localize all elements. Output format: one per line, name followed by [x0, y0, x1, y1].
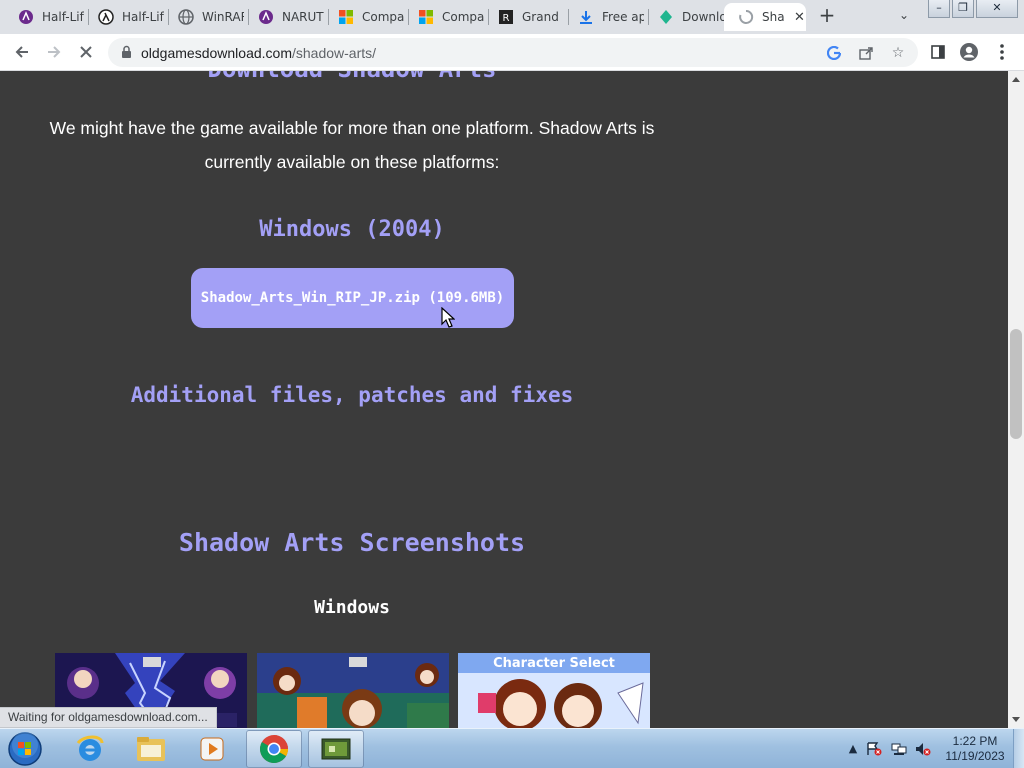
tab-2[interactable]: Half-Life	[84, 3, 164, 31]
microsoft-icon	[338, 9, 354, 25]
taskbar-media-player[interactable]	[184, 730, 240, 768]
tab-strip: Half-Life Half-Life WinRAR NARUTO Compar…	[0, 0, 1024, 34]
profile-button[interactable]	[957, 40, 981, 64]
taskbar-chrome[interactable]	[246, 730, 302, 768]
close-tab-icon[interactable]: ✕	[794, 10, 805, 25]
thumbnail-caption: Character Select	[493, 656, 615, 671]
tab-8[interactable]: Free ap	[564, 3, 644, 31]
show-hidden-icons-icon[interactable]: ▲	[845, 742, 861, 756]
tab-1[interactable]: Half-Life	[4, 3, 84, 31]
stop-loading-button[interactable]	[74, 40, 98, 64]
taskbar-internet-explorer[interactable]	[62, 730, 118, 768]
game-window-icon	[321, 738, 351, 760]
clock-date: 11/19/2023	[945, 749, 1005, 763]
internet-explorer-icon	[76, 735, 104, 761]
tab-title: Compare	[362, 10, 404, 24]
purple-globe-icon	[18, 9, 34, 25]
tab-title: Half-Life	[122, 10, 164, 24]
media-player-icon	[200, 737, 224, 761]
lock-icon	[122, 45, 131, 58]
platform-heading: Windows (2004)	[259, 217, 445, 242]
download-section-title: Download Shadow Arts	[0, 71, 704, 83]
tab-title: Sha	[762, 10, 784, 24]
bookmark-star-icon[interactable]: ☆	[888, 43, 908, 63]
screenshots-heading: Shadow Arts Screenshots	[178, 528, 526, 557]
windows-start-orb-icon	[8, 732, 42, 766]
chrome-icon	[260, 735, 289, 763]
start-button[interactable]	[6, 731, 44, 767]
volume-muted-icon[interactable]	[915, 742, 931, 756]
kebab-menu-icon	[1000, 44, 1004, 60]
taskbar-file-explorer[interactable]	[123, 730, 179, 768]
rockstar-icon: R	[498, 9, 514, 25]
additional-files-heading: Additional files, patches and fixes	[130, 383, 574, 407]
google-icon[interactable]	[824, 43, 844, 63]
lambda-icon	[98, 9, 114, 25]
url-path: /shadow-arts/	[291, 45, 377, 61]
forward-button[interactable]	[42, 40, 66, 64]
scroll-up-icon[interactable]	[1012, 77, 1020, 82]
side-panel-icon	[931, 45, 945, 59]
tab-title: WinRAR	[202, 10, 244, 24]
show-desktop-button[interactable]	[1013, 729, 1024, 768]
url-text: oldgamesdownload.com/shadow-arts/	[141, 45, 376, 61]
close-icon	[80, 46, 92, 58]
status-bubble: Waiting for oldgamesdownload.com...	[0, 707, 217, 728]
avatar-icon	[960, 43, 978, 61]
windows-taskbar: ▲ 1:22 PM 11/19/2023	[0, 728, 1024, 768]
download-button-label: Shadow_Arts_Win_RIP_JP.zip (109.6MB)	[200, 290, 505, 306]
green-leaf-icon	[658, 9, 674, 25]
clock-time: 1:22 PM	[952, 734, 998, 748]
browser-toolbar: oldgamesdownload.com/shadow-arts/ ☆	[0, 34, 1024, 71]
side-panel-button[interactable]	[926, 40, 950, 64]
menu-button[interactable]	[990, 40, 1014, 64]
page-viewport: Download Shadow Arts We might have the g…	[0, 71, 1008, 728]
tab-title: Compare	[442, 10, 484, 24]
tab-title: Free ap	[602, 10, 644, 24]
tab-5[interactable]: Compare	[324, 3, 404, 31]
tab-title: NARUTO	[282, 10, 324, 24]
scroll-down-icon[interactable]	[1012, 717, 1020, 722]
action-center-flag-icon[interactable]	[866, 742, 882, 756]
tab-6[interactable]: Compare	[404, 3, 484, 31]
page-scrollbar[interactable]	[1008, 71, 1024, 728]
svg-text:R: R	[503, 13, 510, 24]
loading-spinner-icon	[738, 9, 754, 25]
tab-search-chevron-icon[interactable]: ⌄	[894, 8, 914, 26]
tab-active[interactable]: Sha ✕	[724, 3, 806, 31]
taskbar-game-app[interactable]	[308, 730, 364, 768]
microsoft-icon	[418, 9, 434, 25]
url-host: oldgamesdownload.com	[141, 45, 292, 61]
tab-4[interactable]: NARUTO	[244, 3, 324, 31]
close-window-button[interactable]: ✕	[976, 0, 1018, 18]
screenshot-thumbnail-3[interactable]: Character Select	[458, 653, 650, 728]
screenshot-thumbnail-2[interactable]	[257, 653, 449, 728]
mouse-cursor-icon	[441, 307, 455, 328]
tab-title: Half-Life	[42, 10, 84, 24]
back-arrow-icon	[15, 46, 28, 58]
new-tab-button[interactable]: +	[816, 5, 838, 27]
tab-9[interactable]: Downlo	[644, 3, 724, 31]
tab-title: Downlo	[682, 10, 724, 24]
share-icon[interactable]	[856, 43, 876, 63]
screenshots-platform-label: Windows	[314, 597, 390, 618]
restore-button[interactable]: ❐	[952, 0, 974, 18]
download-arrow-icon	[578, 9, 594, 25]
intro-paragraph: We might have the game available for mor…	[49, 118, 655, 172]
tab-title: Grand	[522, 10, 559, 24]
back-button[interactable]	[10, 40, 34, 64]
minimize-button[interactable]: –	[928, 0, 950, 18]
scrollbar-thumb[interactable]	[1010, 329, 1022, 439]
taskbar-clock[interactable]: 1:22 PM 11/19/2023	[940, 734, 1010, 764]
network-icon[interactable]	[891, 742, 907, 756]
purple-globe-icon	[258, 9, 274, 25]
tab-7[interactable]: R Grand	[484, 3, 564, 31]
globe-icon	[178, 9, 194, 25]
folder-icon	[137, 737, 165, 761]
tab-3[interactable]: WinRAR	[164, 3, 244, 31]
download-zip-button[interactable]: Shadow_Arts_Win_RIP_JP.zip (109.6MB)	[191, 268, 514, 328]
forward-arrow-icon	[48, 46, 61, 58]
address-bar[interactable]: oldgamesdownload.com/shadow-arts/ ☆	[108, 38, 918, 67]
